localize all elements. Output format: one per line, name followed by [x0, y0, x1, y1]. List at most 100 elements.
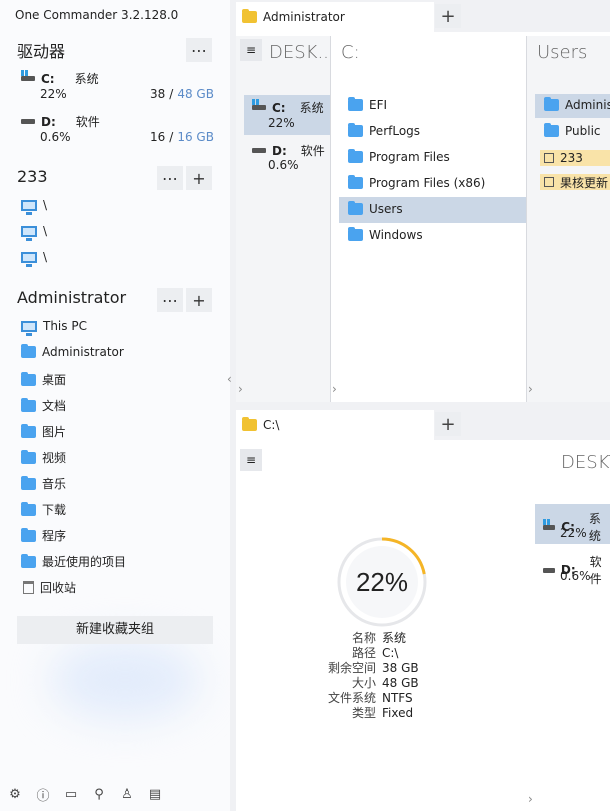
folder-icon: [348, 123, 363, 137]
tab-c-drive[interactable]: C:\: [236, 410, 434, 440]
prop-row: 文件系统 NTFS: [327, 691, 413, 705]
drive-d-percent: 0.6%: [268, 158, 299, 172]
folder-icon: [242, 417, 257, 431]
sidebar-item-recent[interactable]: 最近使用的项目: [21, 553, 126, 570]
prop-row: 类型 Fixed: [351, 706, 414, 720]
folder-icon: [348, 149, 363, 163]
drives-more-button[interactable]: ⋯: [186, 38, 212, 62]
drive-letter: C:: [41, 71, 55, 86]
group-233-item[interactable]: \: [21, 198, 47, 215]
drive-icon: [21, 70, 35, 81]
group-233-item[interactable]: \: [21, 224, 47, 241]
folder-item-program-files-x86[interactable]: Program Files (x86): [348, 175, 485, 190]
gear-icon[interactable]: ⚙: [6, 786, 24, 802]
new-favorite-group-button[interactable]: 新建收藏夹组: [17, 616, 213, 644]
drive-d-percent: 0.6%: [560, 569, 591, 583]
new-tab-button[interactable]: +: [435, 412, 461, 436]
group-233-more-button[interactable]: ⋯: [157, 166, 183, 190]
sidebar-item-videos[interactable]: 视频: [21, 449, 66, 466]
tag-icon: [544, 153, 554, 163]
prop-row: 剩余空间 38 GB: [327, 661, 419, 675]
sidebar-item-programs[interactable]: 程序: [21, 527, 66, 544]
collapse-chevron-icon[interactable]: ‹: [227, 372, 232, 386]
drive-icon: [252, 148, 266, 153]
scroll-chevron-icon[interactable]: ›: [528, 382, 533, 396]
folder-item-users[interactable]: Users: [348, 201, 403, 216]
sidebar-item-music[interactable]: 音乐: [21, 475, 66, 492]
folder-icon: [21, 397, 36, 412]
scroll-chevron-icon[interactable]: ›: [528, 792, 533, 806]
sidebar-item-recycle-bin[interactable]: 回收站: [23, 579, 76, 596]
folder-item-windows[interactable]: Windows: [348, 227, 423, 242]
pc-icon: [21, 251, 37, 267]
folder-icon: [348, 97, 363, 111]
drive-c-percent: 22%: [268, 116, 295, 130]
folder-icon: [21, 527, 36, 542]
menu-icon[interactable]: ≡: [240, 39, 262, 61]
drive-icon: [543, 567, 555, 573]
bottom-toolbar: ⚙ ⓘ ▭ ⚲ ♙ ▤: [6, 786, 164, 804]
drive-properties: 名称 系统 路径 C:\ 剩余空间 38 GB 大小 48 GB 文件系统 NTFS 类型…: [318, 631, 419, 721]
tag-item-233[interactable]: 233: [540, 150, 610, 166]
search-icon[interactable]: ⚲: [90, 786, 108, 802]
column-desktop: [526, 444, 610, 811]
folder-icon: [21, 423, 36, 438]
folder-icon: [21, 553, 36, 568]
column-desktop: [236, 36, 330, 402]
folder-icon: [21, 475, 36, 490]
menu-icon[interactable]: ≡: [240, 449, 262, 471]
group-233-title: 233: [17, 167, 48, 186]
drive-c-item[interactable]: C: 系统: [21, 70, 99, 87]
folder-item-program-files[interactable]: Program Files: [348, 149, 450, 164]
book-icon[interactable]: ▭: [62, 786, 80, 802]
tag-icon: [544, 177, 554, 187]
tab-administrator[interactable]: Administrator: [236, 2, 434, 32]
folder-item-administrator[interactable]: Adminis: [544, 97, 610, 112]
drive-label: 系统: [588, 512, 601, 543]
prop-row: 路径 C:\: [351, 646, 399, 660]
group-233-add-button[interactable]: +: [186, 166, 212, 190]
sidebar-item-desktop[interactable]: 桌面: [21, 371, 66, 388]
tab-label: C:\: [263, 418, 280, 432]
drive-d-percent: 0.6%: [40, 130, 71, 144]
top-tabbar: Administrator +: [236, 0, 610, 32]
sidebar-item-administrator[interactable]: Administrator: [21, 344, 124, 359]
top-pane: Administrator + ≡ DESK... C: 系统 22% D: 软…: [236, 0, 610, 402]
admin-add-button[interactable]: +: [186, 288, 212, 312]
drive-d-item[interactable]: D: 软件: [252, 142, 325, 159]
new-tab-button[interactable]: +: [435, 4, 461, 28]
drive-d-item[interactable]: D: 软件: [21, 113, 100, 130]
admin-more-button[interactable]: ⋯: [157, 288, 183, 312]
bottom-tabbar: C:\ +: [236, 408, 610, 440]
tag-item-guohe[interactable]: 果核更新: [540, 174, 610, 190]
folder-icon: [348, 227, 363, 241]
sidebar-item-downloads[interactable]: 下载: [21, 501, 66, 518]
pc-icon: [21, 225, 37, 241]
sidebar-item-documents[interactable]: 文档: [21, 397, 66, 414]
folder-item-efi[interactable]: EFI: [348, 97, 387, 112]
drive-c-item[interactable]: C: 系统: [252, 99, 324, 116]
drive-icon: [21, 119, 35, 124]
sidebar-item-this-pc[interactable]: This PC: [21, 319, 87, 336]
disk-usage-gauge: 22%: [337, 537, 427, 627]
folder-icon: [348, 175, 363, 189]
folder-item-public[interactable]: Public: [544, 123, 601, 138]
folder-item-perflogs[interactable]: PerfLogs: [348, 123, 420, 138]
gauge-percent-text: 22%: [356, 567, 408, 597]
sidebar-item-pictures[interactable]: 图片: [21, 423, 66, 440]
prop-row: 名称 系统: [351, 631, 407, 645]
drive-icon: [543, 518, 556, 530]
window-icon[interactable]: ▤: [146, 786, 164, 802]
info-icon[interactable]: ⓘ: [34, 786, 52, 804]
drive-label: 系统: [299, 101, 324, 115]
drive-c-capacity: 38 / 48 GB: [150, 87, 214, 101]
app-title: One Commander 3.2.128.0: [15, 8, 179, 22]
group-233-item[interactable]: \: [21, 250, 47, 267]
user-icon[interactable]: ♙: [118, 786, 136, 802]
admin-section-title: Administrator: [17, 288, 127, 307]
scroll-chevron-icon[interactable]: ›: [238, 382, 243, 396]
background-blob: [50, 640, 200, 720]
drive-label: 软件: [75, 115, 100, 129]
scroll-chevron-icon[interactable]: ›: [332, 382, 337, 396]
drive-label: 软件: [589, 555, 602, 586]
